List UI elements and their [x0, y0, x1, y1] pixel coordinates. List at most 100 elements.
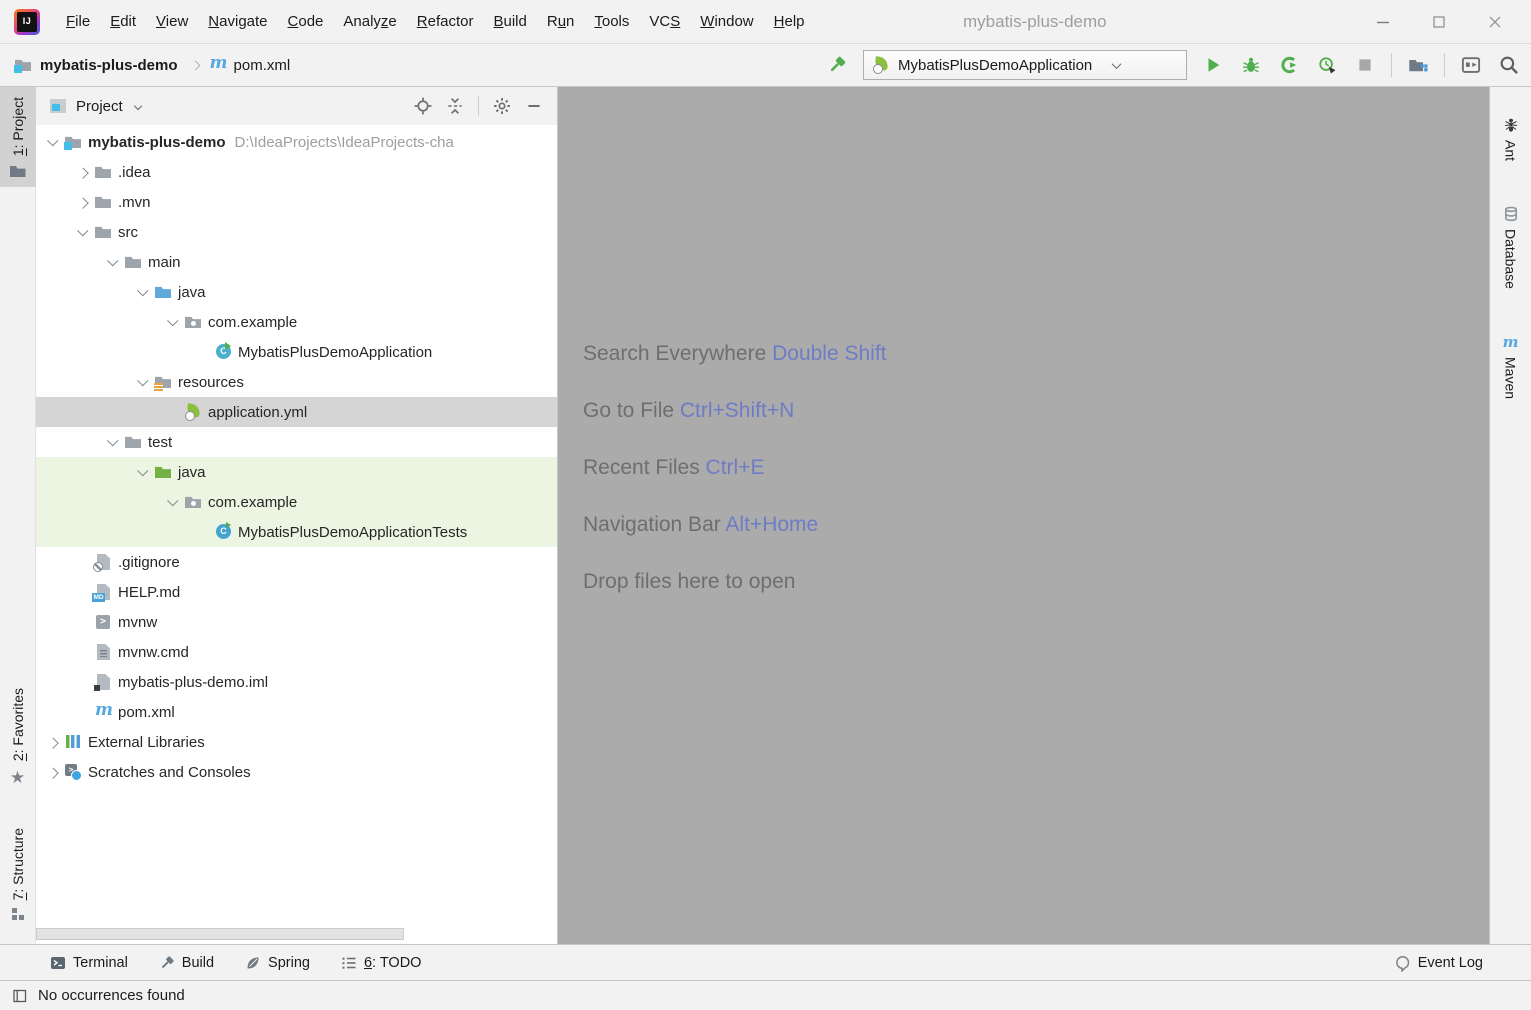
settings-gear-icon[interactable] [489, 93, 515, 119]
tree-chevron[interactable] [72, 191, 94, 213]
menu-build[interactable]: Build [483, 9, 536, 34]
tool-window-tab-build[interactable]: Build [159, 955, 214, 971]
tree-row[interactable]: Scratches and Consoles [36, 757, 557, 787]
tree-chevron[interactable] [162, 491, 184, 513]
menu-analyze[interactable]: Analyze [333, 9, 406, 34]
tree-row[interactable]: com.example [36, 307, 557, 337]
build-hammer-icon[interactable] [825, 53, 849, 77]
tree-row[interactable]: test [36, 427, 557, 457]
tree-chevron[interactable] [42, 761, 64, 783]
status-bar: No occurrences found [0, 980, 1531, 1010]
tree-row[interactable]: mvnw [36, 607, 557, 637]
collapse-all-button[interactable] [442, 93, 468, 119]
tree-row[interactable]: java [36, 457, 557, 487]
tree-row[interactable]: HELP.md [36, 577, 557, 607]
tree-row[interactable]: java [36, 277, 557, 307]
menu-run[interactable]: Run [537, 9, 585, 34]
breadcrumb-project[interactable]: mybatis-plus-demo [40, 57, 178, 74]
menu-file[interactable]: File [56, 9, 100, 34]
tree-row[interactable]: main [36, 247, 557, 277]
menu-code[interactable]: Code [278, 9, 334, 34]
tree-row[interactable]: resources [36, 367, 557, 397]
menu-refactor[interactable]: Refactor [407, 9, 484, 34]
tree-chevron[interactable] [72, 671, 94, 693]
menu-edit[interactable]: Edit [100, 9, 146, 34]
idea-window: File Edit View Navigate Code Analyze Ref… [0, 0, 1531, 1010]
menu-window[interactable]: Window [690, 9, 763, 34]
menu-view[interactable]: View [146, 9, 198, 34]
tree-chevron[interactable] [192, 521, 214, 543]
tree-chevron[interactable] [72, 611, 94, 633]
tree-item-icon [184, 404, 203, 420]
tool-window-tab-terminal[interactable]: Terminal [50, 955, 128, 971]
tree-row[interactable]: .gitignore [36, 547, 557, 577]
close-button[interactable] [1467, 0, 1523, 44]
tree-chevron[interactable] [162, 401, 184, 423]
editor-area[interactable]: Search Everywhere Double Shift Go to Fil… [558, 87, 1489, 944]
tree-row[interactable]: mybatis-plus-demo.iml [36, 667, 557, 697]
run-button[interactable] [1201, 53, 1225, 77]
tool-window-tab-favorites[interactable]: 2: Favorites ★ [0, 678, 36, 795]
run-anything-button[interactable] [1459, 53, 1483, 77]
tree-row[interactable]: mvnw.cmd [36, 637, 557, 667]
hide-panel-button[interactable] [521, 93, 547, 119]
chevron-down-icon [133, 102, 141, 110]
label-part: n [566, 13, 574, 30]
debug-button[interactable] [1239, 53, 1263, 77]
tree-chevron[interactable] [102, 251, 124, 273]
project-panel-title[interactable]: Project [76, 98, 123, 115]
menu-tools[interactable]: Tools [584, 9, 639, 34]
tree-item-path: D:\IdeaProjects\IdeaProjects-cha [235, 134, 454, 151]
menu-navigate[interactable]: Navigate [198, 9, 277, 34]
tree-row[interactable]: External Libraries [36, 727, 557, 757]
tree-chevron[interactable] [72, 221, 94, 243]
search-everywhere-button[interactable] [1497, 53, 1521, 77]
tree-row[interactable]: mybatis-plus-demo D:\IdeaProjects\IdeaPr… [36, 127, 557, 157]
tree-chevron[interactable] [42, 131, 64, 153]
tree-chevron[interactable] [102, 431, 124, 453]
tree-chevron[interactable] [162, 311, 184, 333]
tree-row[interactable]: MybatisPlusDemoApplicationTests [36, 517, 557, 547]
tree-chevron[interactable] [132, 461, 154, 483]
horizontal-scrollbar[interactable] [36, 928, 404, 940]
tool-window-toggle-icon[interactable] [12, 988, 28, 1004]
tree-row[interactable]: src [36, 217, 557, 247]
tree-chevron[interactable] [72, 161, 94, 183]
tree-chevron[interactable] [72, 701, 94, 723]
run-configuration-select[interactable]: MybatisPlusDemoApplication [863, 50, 1187, 80]
tree-chevron[interactable] [72, 641, 94, 663]
tool-window-tab-todo[interactable]: 6: TODO [341, 955, 422, 971]
tree-row-selected[interactable]: application.yml [36, 397, 557, 427]
tool-window-tab-structure[interactable]: 7: Structure [0, 818, 36, 930]
tool-window-tab-database[interactable]: Database [1503, 206, 1519, 289]
tree-row[interactable]: MybatisPlusDemoApplication [36, 337, 557, 367]
tree-chevron[interactable] [132, 371, 154, 393]
run-with-coverage-button[interactable] [1277, 53, 1301, 77]
profiler-button[interactable] [1315, 53, 1339, 77]
menu-vcs[interactable]: VCS [639, 9, 690, 34]
label-part: iew [166, 13, 189, 30]
breadcrumb-file[interactable]: pom.xml [234, 57, 291, 74]
tool-window-tab-maven[interactable]: m Maven [1503, 334, 1519, 399]
project-structure-button[interactable] [1406, 53, 1430, 77]
tree-chevron[interactable] [192, 341, 214, 363]
maximize-button[interactable] [1411, 0, 1467, 44]
tool-window-tab-ant[interactable]: Ant [1503, 117, 1519, 161]
locate-file-button[interactable] [410, 93, 436, 119]
tree-chevron[interactable] [132, 281, 154, 303]
tool-window-tab-project[interactable]: 1: Project [0, 87, 36, 187]
tree-item-icon [184, 314, 203, 330]
tree-row[interactable]: .mvn [36, 187, 557, 217]
tree-row[interactable]: com.example [36, 487, 557, 517]
tree-chevron[interactable] [72, 581, 94, 603]
minimize-button[interactable] [1355, 0, 1411, 44]
tool-window-tab-spring[interactable]: Spring [245, 955, 310, 971]
todo-list-icon [341, 955, 357, 971]
event-log-button[interactable]: Event Log [1395, 955, 1483, 971]
tree-row[interactable]: .idea [36, 157, 557, 187]
tree-chevron[interactable] [72, 551, 94, 573]
tree-row[interactable]: pom.xml [36, 697, 557, 727]
tree-chevron[interactable] [42, 731, 64, 753]
menu-help[interactable]: Help [764, 9, 815, 34]
tree-item-label: com.example [208, 494, 297, 511]
